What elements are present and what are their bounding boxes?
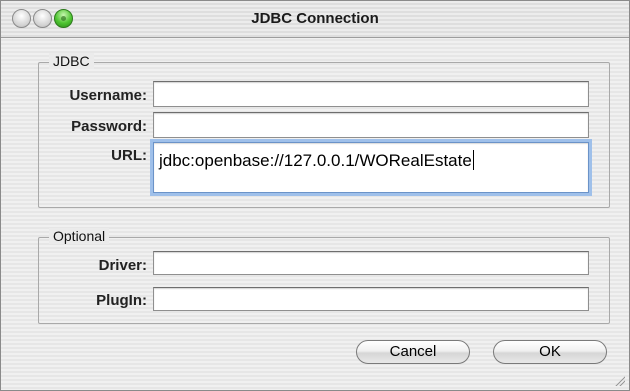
text-caret bbox=[472, 150, 474, 170]
window-title: JDBC Connection bbox=[251, 10, 379, 27]
password-field[interactable] bbox=[153, 112, 589, 138]
username-label: Username: bbox=[69, 87, 147, 104]
url-label: URL: bbox=[111, 147, 147, 164]
cancel-button[interactable]: Cancel bbox=[356, 340, 470, 364]
plugin-field[interactable] bbox=[153, 287, 589, 311]
password-label: Password: bbox=[71, 118, 147, 135]
driver-label: Driver: bbox=[98, 257, 147, 274]
url-field-text: jdbc:openbase://127.0.0.1/WORealEstate bbox=[159, 151, 472, 170]
jdbc-connection-window: JDBC Connection JDBC Username: Password:… bbox=[0, 0, 630, 391]
resize-grip-icon[interactable] bbox=[613, 374, 625, 386]
url-field[interactable]: jdbc:openbase://127.0.0.1/WORealEstate bbox=[153, 142, 589, 193]
driver-field[interactable] bbox=[153, 251, 589, 275]
plugin-label: PlugIn: bbox=[96, 292, 147, 309]
username-field[interactable] bbox=[153, 81, 589, 107]
jdbc-group-legend: JDBC bbox=[49, 53, 94, 69]
optional-group-legend: Optional bbox=[49, 228, 110, 244]
ok-button[interactable]: OK bbox=[493, 340, 607, 364]
title-bar[interactable]: JDBC Connection bbox=[1, 1, 629, 38]
